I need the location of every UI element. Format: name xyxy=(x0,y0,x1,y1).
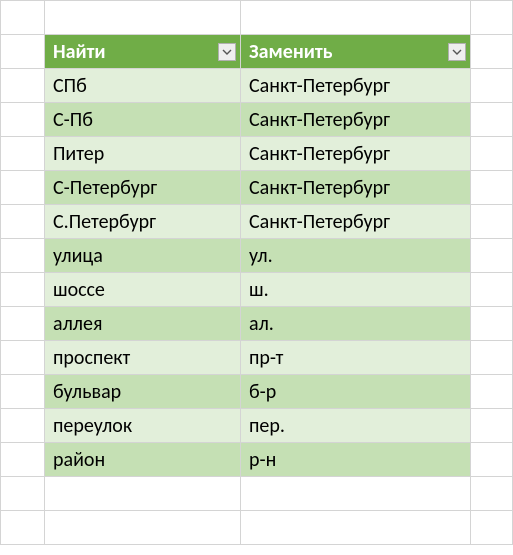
cell-replace[interactable]: Санкт-Петербург xyxy=(241,69,471,103)
cell[interactable] xyxy=(1,307,45,341)
spacer-row xyxy=(1,1,513,35)
spreadsheet-grid[interactable]: Найти Заменить СПбСанкт-ПетербургС-ПбСан… xyxy=(0,0,513,545)
header-row: Найти Заменить xyxy=(1,35,513,69)
cell[interactable] xyxy=(471,35,513,69)
cell-find[interactable]: переулок xyxy=(45,409,241,443)
cell-find[interactable]: шоссе xyxy=(45,273,241,307)
table-row: С-ПетербургСанкт-Петербург xyxy=(1,171,513,205)
cell-find[interactable]: район xyxy=(45,443,241,477)
cell[interactable] xyxy=(1,511,45,545)
cell-find[interactable]: улица xyxy=(45,239,241,273)
cell-replace[interactable]: Санкт-Петербург xyxy=(241,171,471,205)
cell[interactable] xyxy=(1,273,45,307)
table-row: улицаул. xyxy=(1,239,513,273)
cell-replace[interactable]: ал. xyxy=(241,307,471,341)
cell-replace[interactable]: Санкт-Петербург xyxy=(241,103,471,137)
table-row: шоссеш. xyxy=(1,273,513,307)
cell-find[interactable]: аллея xyxy=(45,307,241,341)
cell[interactable] xyxy=(471,69,513,103)
cell-replace[interactable]: пр-т xyxy=(241,341,471,375)
cell[interactable] xyxy=(241,1,471,35)
cell[interactable] xyxy=(1,341,45,375)
cell[interactable] xyxy=(1,443,45,477)
cell[interactable] xyxy=(471,443,513,477)
header-replace-label: Заменить xyxy=(249,40,333,64)
header-find-label: Найти xyxy=(53,40,106,64)
table-row: бульварб-р xyxy=(1,375,513,409)
cell[interactable] xyxy=(471,171,513,205)
cell[interactable] xyxy=(45,1,241,35)
table-row: С-ПбСанкт-Петербург xyxy=(1,103,513,137)
cell-find[interactable]: СПб xyxy=(45,69,241,103)
cell[interactable] xyxy=(471,1,513,35)
cell[interactable] xyxy=(471,511,513,545)
cell-replace[interactable]: пер. xyxy=(241,409,471,443)
cell-find[interactable]: Питер xyxy=(45,137,241,171)
cell[interactable] xyxy=(471,137,513,171)
cell-replace[interactable]: Санкт-Петербург xyxy=(241,205,471,239)
cell[interactable] xyxy=(1,205,45,239)
cell[interactable] xyxy=(471,409,513,443)
cell[interactable] xyxy=(471,239,513,273)
cell-replace[interactable]: ул. xyxy=(241,239,471,273)
cell[interactable] xyxy=(1,1,45,35)
cell[interactable] xyxy=(471,477,513,511)
cell[interactable] xyxy=(241,477,471,511)
table-row: районр-н xyxy=(1,443,513,477)
cell-find[interactable]: С-Пб xyxy=(45,103,241,137)
cell[interactable] xyxy=(1,35,45,69)
cell[interactable] xyxy=(1,69,45,103)
spacer-row xyxy=(1,511,513,545)
cell[interactable] xyxy=(1,239,45,273)
table-row: ПитерСанкт-Петербург xyxy=(1,137,513,171)
table-row: С.ПетербургСанкт-Петербург xyxy=(1,205,513,239)
cell[interactable] xyxy=(1,103,45,137)
cell[interactable] xyxy=(471,103,513,137)
cell[interactable] xyxy=(45,477,241,511)
cell-find[interactable]: проспект xyxy=(45,341,241,375)
cell[interactable] xyxy=(1,171,45,205)
cell-replace[interactable]: р-н xyxy=(241,443,471,477)
table-row: проспектпр-т xyxy=(1,341,513,375)
filter-button-find[interactable] xyxy=(218,43,236,61)
chevron-down-icon xyxy=(222,47,232,57)
table-row: СПбСанкт-Петербург xyxy=(1,69,513,103)
spacer-row xyxy=(1,477,513,511)
cell[interactable] xyxy=(471,205,513,239)
cell-replace[interactable]: б-р xyxy=(241,375,471,409)
cell[interactable] xyxy=(471,375,513,409)
cell[interactable] xyxy=(1,137,45,171)
cell[interactable] xyxy=(45,511,241,545)
cell[interactable] xyxy=(471,273,513,307)
cell[interactable] xyxy=(1,477,45,511)
cell-replace[interactable]: ш. xyxy=(241,273,471,307)
cell-find[interactable]: С-Петербург xyxy=(45,171,241,205)
cell-find[interactable]: бульвар xyxy=(45,375,241,409)
cell[interactable] xyxy=(471,307,513,341)
filter-button-replace[interactable] xyxy=(448,43,466,61)
table-row: аллеяал. xyxy=(1,307,513,341)
cell-replace[interactable]: Санкт-Петербург xyxy=(241,137,471,171)
header-replace[interactable]: Заменить xyxy=(241,35,471,69)
cell[interactable] xyxy=(471,341,513,375)
cell[interactable] xyxy=(1,375,45,409)
header-find[interactable]: Найти xyxy=(45,35,241,69)
chevron-down-icon xyxy=(452,47,462,57)
table-row: переулокпер. xyxy=(1,409,513,443)
cell-find[interactable]: С.Петербург xyxy=(45,205,241,239)
cell[interactable] xyxy=(1,409,45,443)
cell[interactable] xyxy=(241,511,471,545)
